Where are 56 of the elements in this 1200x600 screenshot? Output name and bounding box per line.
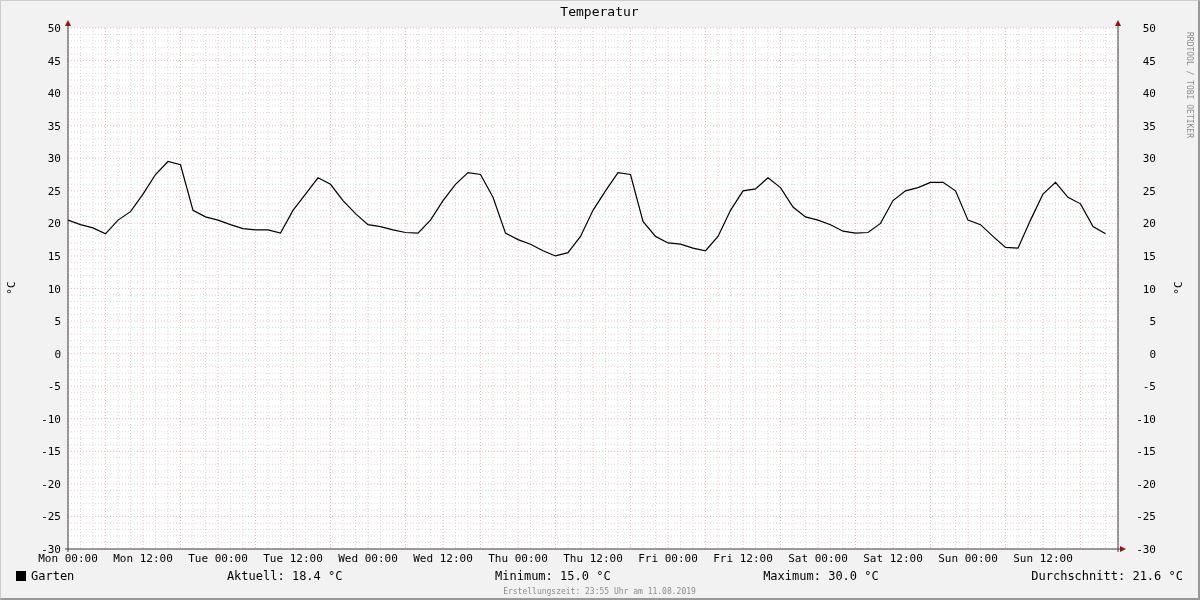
axis-tick-label: 45 xyxy=(1142,54,1156,68)
axis-tick-label: 50 xyxy=(1142,22,1156,35)
axis-unit-label: °C xyxy=(5,281,18,295)
axis-tick-label: -15 xyxy=(1136,445,1156,459)
axis-tick-label: 30 xyxy=(1142,152,1156,166)
axis-tick-label: 5 xyxy=(54,315,61,329)
legend-stat: Maximum: 30.0 °C xyxy=(763,569,879,583)
axis-tick-label: -5 xyxy=(47,380,61,394)
axis-tick-label: 15 xyxy=(1142,249,1156,263)
creation-time: Erstellungszeit: 23:55 Uhr am 11.08.2019 xyxy=(503,587,696,596)
axis-tick-label: 25 xyxy=(47,184,61,198)
axis-tick-label: -30 xyxy=(1136,543,1156,556)
axis-tick-label: 0 xyxy=(54,347,61,361)
axis-tick-label: 35 xyxy=(1142,119,1156,133)
axis-tick-label: Wed 00:00 xyxy=(338,552,398,565)
axis-tick-label: Sun 12:00 xyxy=(1013,552,1073,565)
axis-tick-label: -25 xyxy=(1136,510,1156,524)
credit-text: RRDTOOL / TOBI OETIKER xyxy=(1185,32,1194,138)
axis-tick-label: -5 xyxy=(1142,380,1156,394)
legend-stat: Durchschnitt: 21.6 °C xyxy=(1031,569,1183,583)
legend-stat: Aktuell: 18.4 °C xyxy=(226,569,343,583)
axis-tick-label: -25 xyxy=(41,510,61,524)
axis-tick-label: 30 xyxy=(47,152,61,166)
axis-tick-label: Tue 12:00 xyxy=(263,552,323,565)
legend-stat: Minimum: 15.0 °C xyxy=(495,569,611,583)
legend-label: Garten xyxy=(31,569,75,583)
axis-unit-label: °C xyxy=(1172,281,1185,295)
axis-tick-label: 40 xyxy=(47,87,61,101)
axis-tick-label: 40 xyxy=(1142,87,1156,101)
chart-title: Temperatur xyxy=(560,4,639,20)
axis-tick-label: -15 xyxy=(41,445,61,459)
axis-tick-label: Sat 12:00 xyxy=(863,552,923,565)
axis-tick-label: 35 xyxy=(47,119,61,133)
axis-tick-label: Wed 12:00 xyxy=(413,552,473,565)
axis-tick-label: Sun 00:00 xyxy=(938,552,998,565)
axis-tick-label: Thu 00:00 xyxy=(488,552,548,565)
axis-tick-label: 45 xyxy=(47,54,61,68)
axis-tick-label: 20 xyxy=(47,217,61,231)
axis-tick-label: 5 xyxy=(1149,315,1156,329)
axis-tick-label: 25 xyxy=(1142,184,1156,198)
axis-tick-label: Fri 00:00 xyxy=(638,552,698,565)
axis-tick-label: -10 xyxy=(1136,412,1156,426)
axis-tick-label: -10 xyxy=(41,412,61,426)
axis-tick-label: Mon 12:00 xyxy=(113,552,173,565)
axis-tick-label: 15 xyxy=(47,249,61,263)
axis-tick-label: Fri 12:00 xyxy=(713,552,773,565)
axis-tick-label: 0 xyxy=(1149,347,1156,361)
axis-tick-label: 20 xyxy=(1142,217,1156,231)
axis-tick-label: Thu 12:00 xyxy=(563,552,623,565)
axis-tick-label: 10 xyxy=(1142,282,1156,296)
axis-tick-label: Tue 00:00 xyxy=(188,552,248,565)
axis-tick-label: 10 xyxy=(47,282,61,296)
axis-tick-label: -20 xyxy=(1136,477,1156,491)
axis-tick-label: Sat 00:00 xyxy=(788,552,848,565)
axis-tick-label: -20 xyxy=(41,477,61,491)
axis-tick-label: 50 xyxy=(47,22,61,35)
